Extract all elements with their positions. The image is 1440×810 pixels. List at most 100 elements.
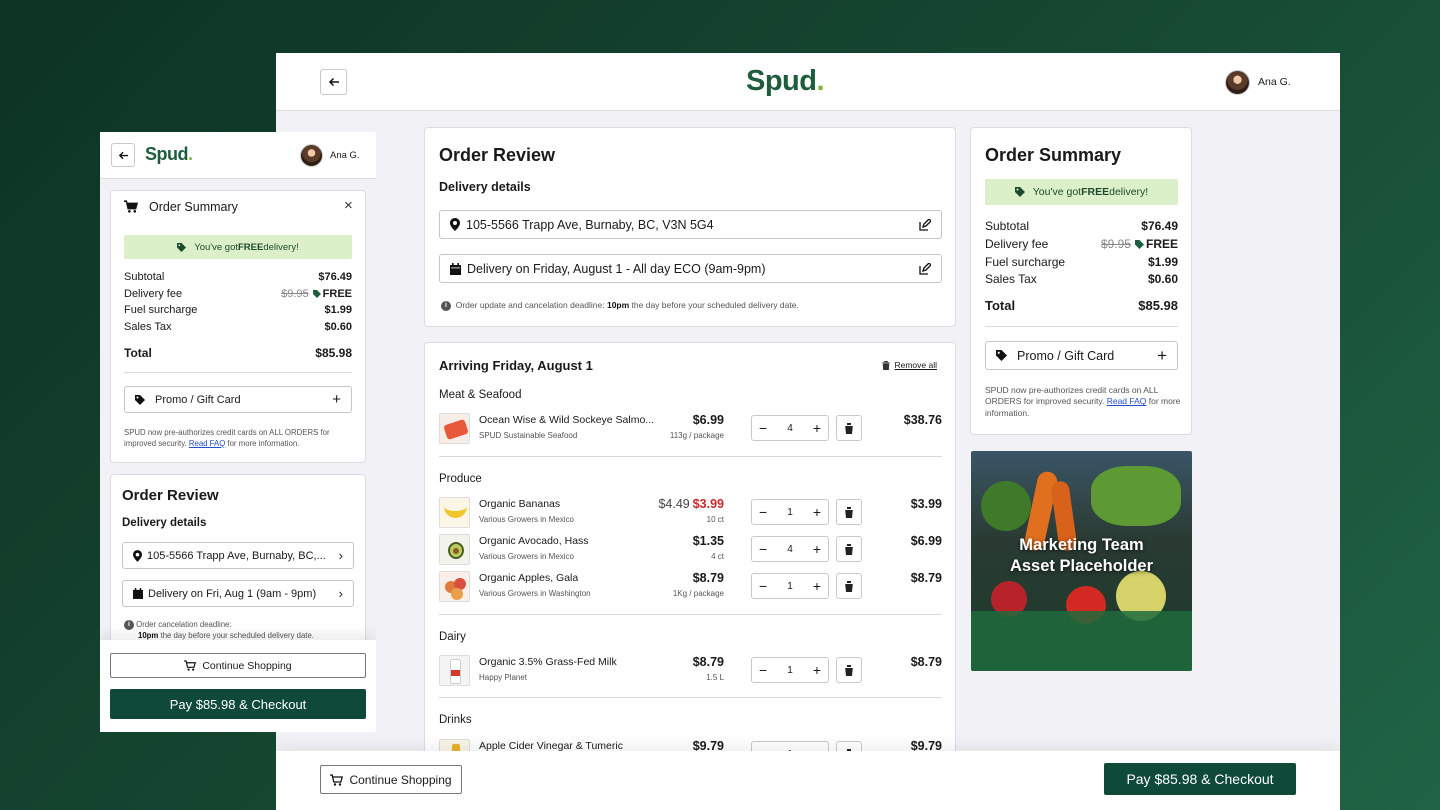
- continue-shopping-button[interactable]: Continue Shopping: [110, 653, 366, 678]
- checkout-button[interactable]: Pay $85.98 & Checkout: [1104, 763, 1296, 795]
- continue-shopping-button[interactable]: Continue Shopping: [320, 765, 462, 794]
- info-icon: i: [124, 620, 134, 630]
- promo-code-button[interactable]: Promo / Gift Card +: [985, 341, 1178, 370]
- divider: [439, 697, 942, 698]
- item-unit: 113g / package: [669, 431, 724, 440]
- item-name[interactable]: Organic Bananas: [479, 498, 560, 510]
- delivery-old-price: $9.95: [281, 288, 309, 300]
- cart-item-milk: Organic 3.5% Grass-Fed Milk Happy Planet…: [439, 653, 942, 689]
- brand-name: Spud: [746, 65, 817, 97]
- quantity-stepper[interactable]: − 4 +: [751, 536, 829, 562]
- delete-item-button[interactable]: [836, 573, 862, 599]
- tax-label: Sales Tax: [985, 272, 1037, 286]
- tag-icon: [135, 394, 145, 405]
- address-field[interactable]: 105-5566 Trapp Ave, Burnaby, BC, V3N 5G4: [439, 210, 942, 239]
- fuel-label: Fuel surcharge: [985, 255, 1066, 269]
- delete-item-button[interactable]: [836, 415, 862, 441]
- cart-item-bananas: Organic Bananas Various Growers in Mexic…: [439, 495, 942, 531]
- plus-icon[interactable]: +: [813, 420, 821, 436]
- item-price-value: $1.35: [692, 534, 724, 548]
- tag-icon: [177, 242, 187, 252]
- category-heading: Meat & Seafood: [439, 389, 522, 401]
- item-vendor: SPUD Sustainable Seafood: [479, 431, 578, 440]
- edit-icon[interactable]: [919, 218, 931, 231]
- category-heading: Dairy: [439, 631, 466, 643]
- quantity-value: 1: [787, 664, 793, 676]
- promo-code-button[interactable]: Promo / Gift Card +: [124, 386, 352, 413]
- mobile-summary-title: Order Summary: [149, 200, 238, 214]
- delivery-free: FREE: [1145, 237, 1178, 251]
- minus-icon[interactable]: −: [759, 578, 767, 594]
- plus-icon[interactable]: +: [813, 504, 821, 520]
- quantity-stepper[interactable]: − 4 +: [751, 415, 829, 441]
- trash-icon: [844, 580, 854, 592]
- delivery-time-field[interactable]: Delivery on Friday, August 1 - All day E…: [439, 254, 942, 283]
- quantity-stepper[interactable]: − 1 +: [751, 499, 829, 525]
- back-button[interactable]: [111, 143, 135, 167]
- item-sale-price: $3.99: [692, 497, 724, 511]
- asset-line-2: Asset Placeholder: [1009, 557, 1154, 576]
- delivery-fee-label: Delivery fee: [985, 237, 1049, 251]
- plus-icon[interactable]: +: [813, 662, 821, 678]
- delete-item-button[interactable]: [836, 657, 862, 683]
- marketing-asset-placeholder[interactable]: Marketing Team Asset Placeholder: [971, 451, 1192, 671]
- item-old-price: $4.49: [658, 497, 690, 511]
- item-price: $8.79: [693, 655, 724, 669]
- brand-logo[interactable]: Spud.: [746, 65, 825, 98]
- tag-icon: [1134, 240, 1144, 249]
- item-price-value: $8.79: [692, 571, 724, 585]
- item-total: $3.99: [910, 497, 942, 511]
- cart-icon: [330, 773, 344, 786]
- trash-icon: [844, 664, 854, 676]
- item-price: $6.99: [693, 413, 724, 427]
- quantity-stepper[interactable]: − 1 +: [751, 657, 829, 683]
- minus-icon[interactable]: −: [759, 420, 767, 436]
- subtotal-value: $76.49: [1141, 219, 1178, 233]
- chevron-right-icon: ›: [338, 548, 343, 563]
- checkout-label: Pay $85.98 & Checkout: [1126, 771, 1274, 787]
- avatar[interactable]: [1225, 70, 1250, 95]
- address-field[interactable]: 105-5566 Trapp Ave, Burnaby, BC,... ›: [122, 542, 354, 569]
- item-name[interactable]: Organic Avocado, Hass: [479, 535, 589, 547]
- total-row: Total $85.98: [985, 298, 1178, 313]
- minus-icon[interactable]: −: [759, 541, 767, 557]
- item-unit: 1.5 L: [706, 673, 724, 682]
- minus-icon[interactable]: −: [759, 662, 767, 678]
- item-name[interactable]: Ocean Wise & Wild Sockeye Salmo...: [479, 414, 654, 426]
- product-thumb-bananas: [439, 497, 470, 528]
- deadline-time: 10pm: [138, 630, 159, 640]
- quantity-stepper[interactable]: − 1 +: [751, 573, 829, 599]
- edit-icon[interactable]: [919, 262, 931, 275]
- product-thumb-salmon: [439, 413, 470, 444]
- continue-label: Continue Shopping: [202, 659, 292, 672]
- brand-name: Spud: [145, 144, 189, 164]
- item-name[interactable]: Organic 3.5% Grass-Fed Milk: [479, 656, 617, 668]
- free-delivery-banner: You've got FREE delivery!: [985, 179, 1178, 205]
- total-row: Total $85.98: [124, 346, 352, 360]
- close-icon[interactable]: ×: [344, 197, 353, 214]
- subtotal-value: $76.49: [318, 271, 352, 283]
- avatar[interactable]: [300, 144, 323, 167]
- checkout-button[interactable]: Pay $85.98 & Checkout: [110, 689, 366, 719]
- plus-icon[interactable]: +: [813, 578, 821, 594]
- remove-all-button[interactable]: Remove all: [882, 360, 937, 370]
- delete-item-button[interactable]: [836, 499, 862, 525]
- plus-icon[interactable]: +: [813, 541, 821, 557]
- address-text: 105-5566 Trapp Ave, Burnaby, BC,...: [147, 549, 326, 562]
- item-unit: 1Kg / package: [672, 589, 724, 598]
- delivery-time-field[interactable]: Delivery on Fri, Aug 1 (9am - 9pm) ›: [122, 580, 354, 607]
- tag-icon: [312, 290, 321, 298]
- minus-icon[interactable]: −: [759, 504, 767, 520]
- faq-link[interactable]: Read FAQ: [189, 439, 225, 448]
- faq-link[interactable]: Read FAQ: [1107, 396, 1147, 406]
- delete-item-button[interactable]: [836, 536, 862, 562]
- quantity-value: 1: [787, 580, 793, 592]
- item-name[interactable]: Organic Apples, Gala: [479, 572, 578, 584]
- back-button[interactable]: [320, 69, 347, 95]
- arrow-left-icon: [118, 151, 128, 159]
- continue-label: Continue Shopping: [349, 772, 452, 787]
- item-total: $8.79: [910, 655, 942, 669]
- plus-icon: +: [332, 391, 341, 408]
- brand-logo[interactable]: Spud.: [145, 144, 193, 165]
- delivery-time-text: Delivery on Fri, Aug 1 (9am - 9pm): [148, 587, 317, 600]
